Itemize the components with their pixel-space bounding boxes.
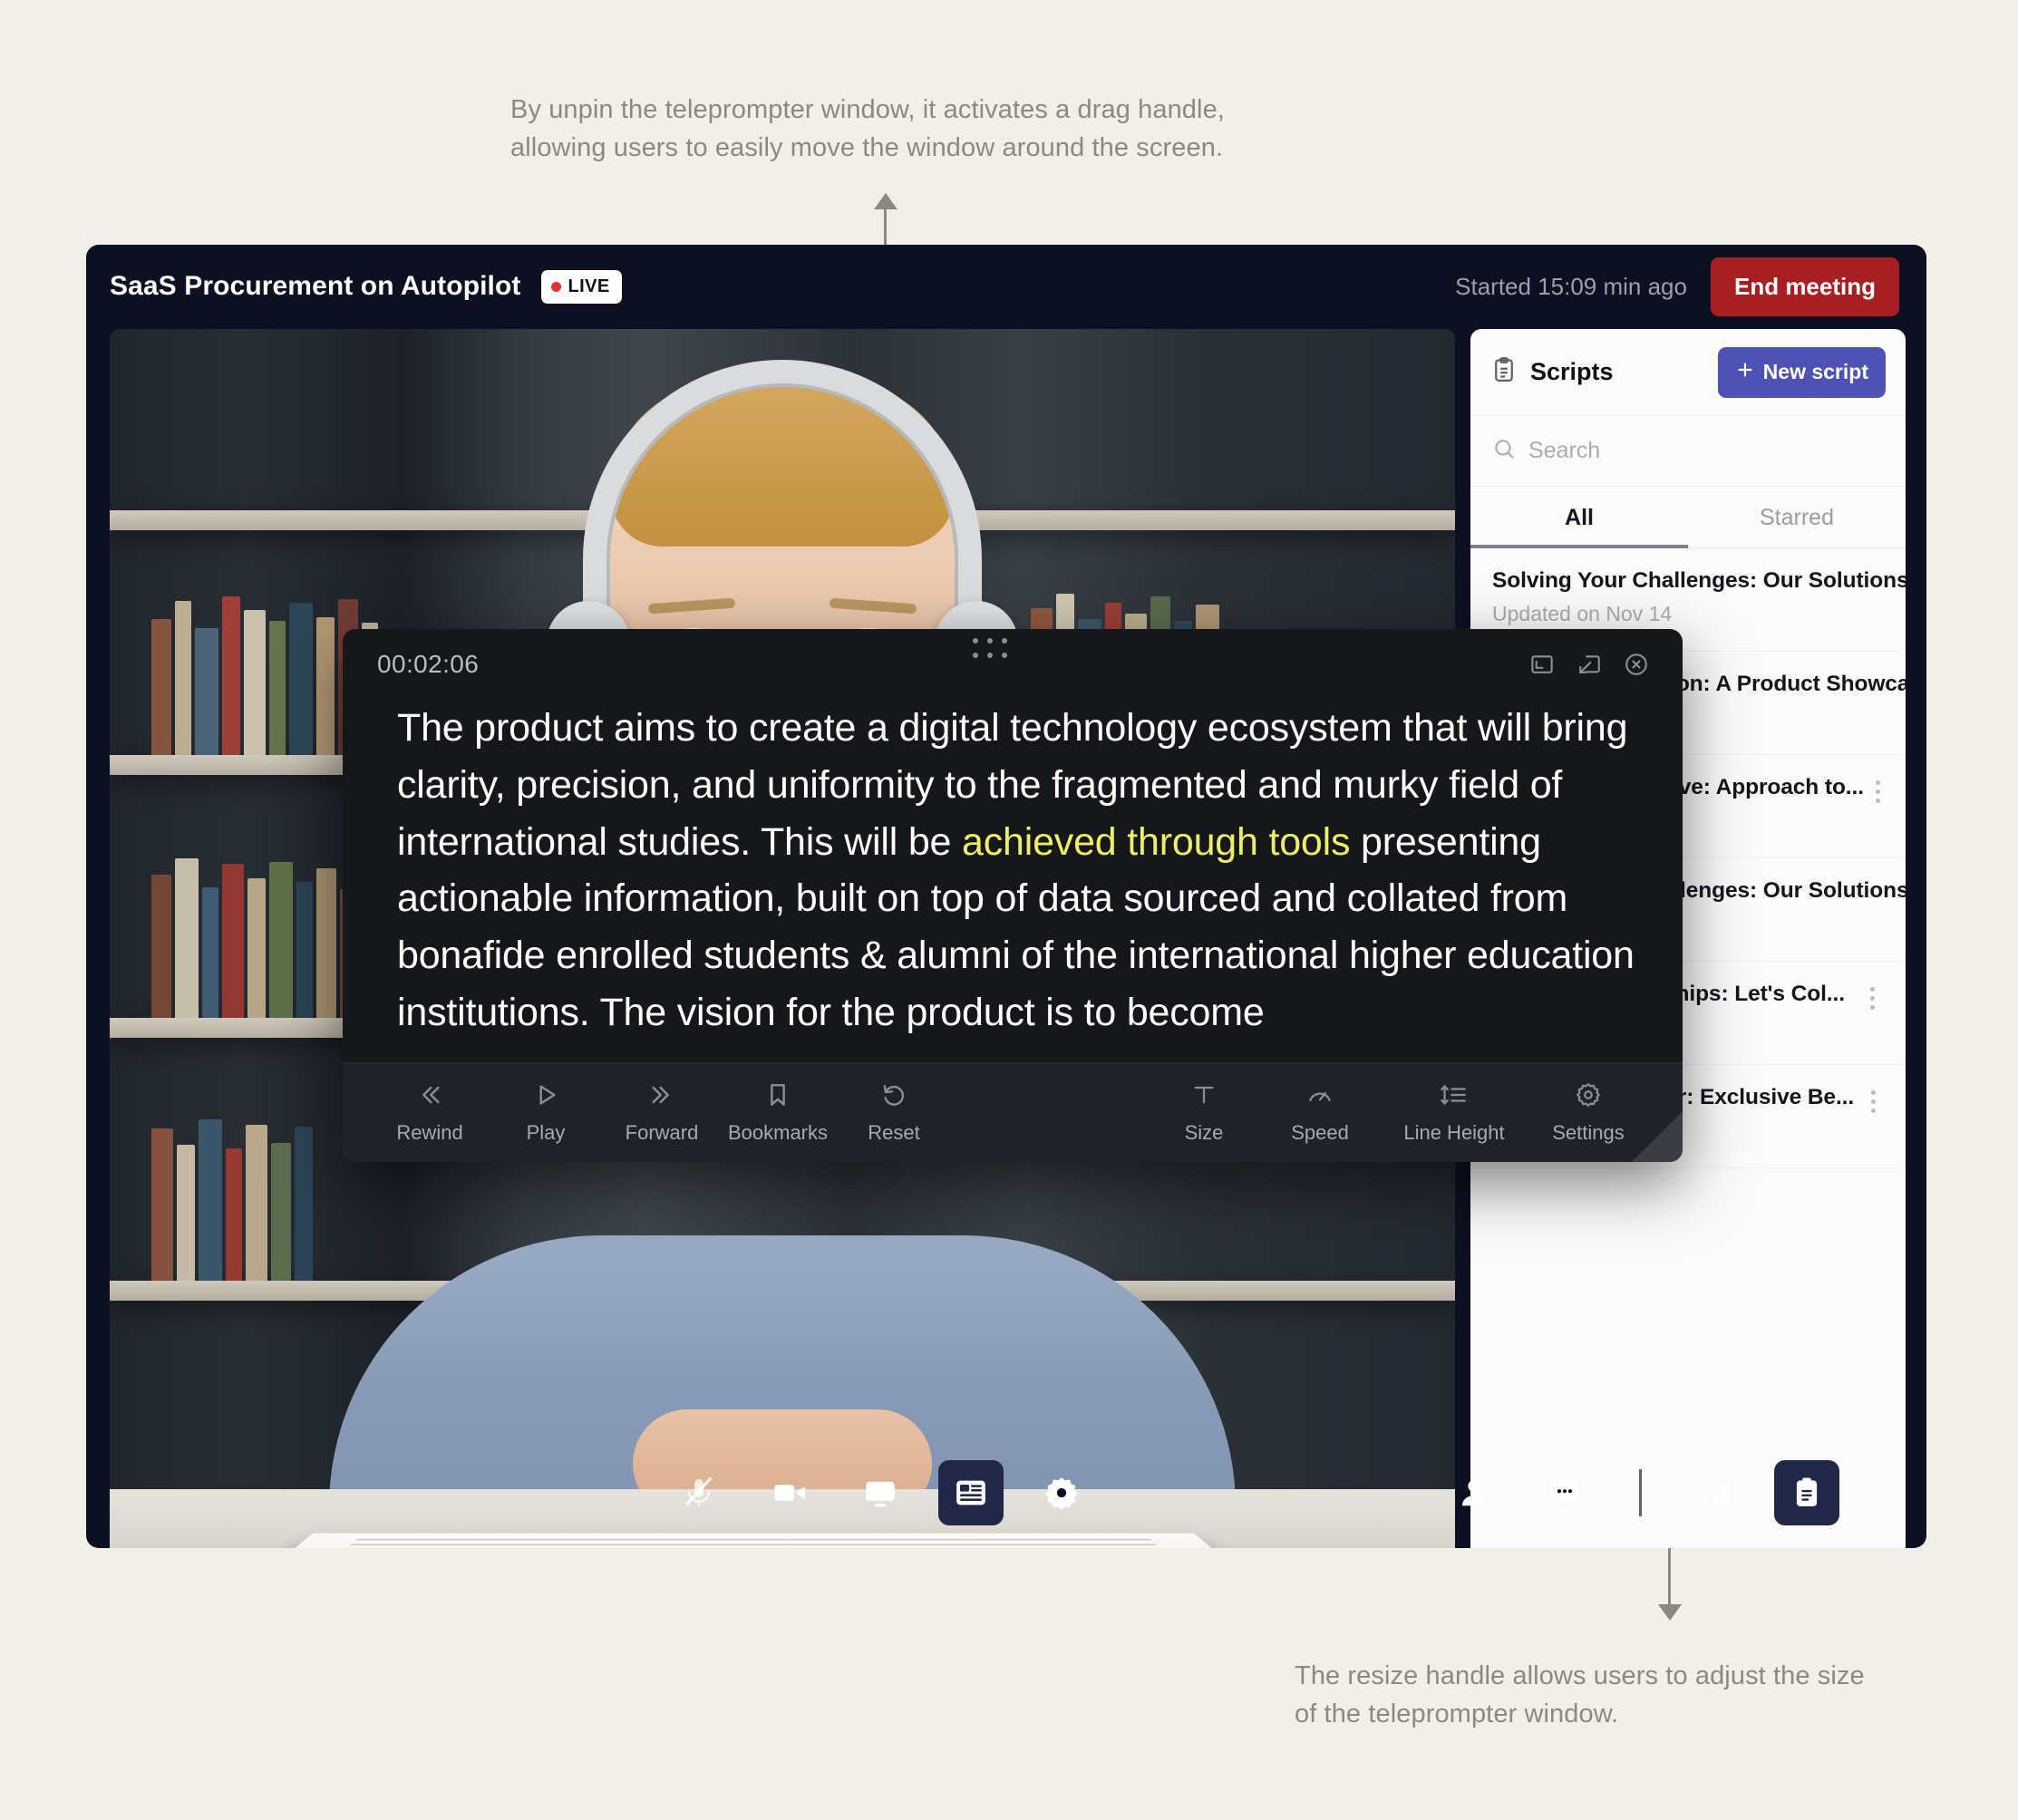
live-label: LIVE: [568, 276, 610, 296]
rewind-button[interactable]: Rewind: [372, 1080, 488, 1145]
close-icon[interactable]: [1623, 651, 1650, 678]
search-input[interactable]: [1528, 438, 1884, 464]
speed-icon: [1305, 1080, 1334, 1114]
scripts-tabs: All Starred: [1470, 487, 1906, 548]
collapse-icon[interactable]: [1576, 651, 1603, 678]
scripts-panel-header: Scripts New script: [1470, 329, 1906, 416]
play-label: Play: [526, 1121, 566, 1144]
scripts-icon[interactable]: [1774, 1460, 1839, 1525]
drag-handle[interactable]: [973, 638, 1010, 661]
line-height-icon: [1439, 1080, 1470, 1114]
gear-icon[interactable]: [1029, 1460, 1094, 1525]
end-meeting-button[interactable]: End meeting: [1710, 257, 1899, 316]
line-height-button[interactable]: Line Height: [1378, 1080, 1530, 1145]
more-options-icon[interactable]: [1863, 1085, 1884, 1113]
teleprompter-window-actions: [1528, 651, 1650, 678]
expand-icon[interactable]: [1528, 651, 1556, 678]
scripts-search-row[interactable]: [1470, 416, 1906, 487]
analytics-icon[interactable]: [1683, 1460, 1749, 1525]
resize-handle[interactable]: [1632, 1111, 1683, 1162]
video-camera-icon[interactable]: [757, 1460, 822, 1525]
rewind-label: Rewind: [396, 1121, 463, 1144]
speed-button[interactable]: Speed: [1262, 1080, 1378, 1145]
header-right-group: Started 15:09 min ago End meeting: [1455, 257, 1899, 316]
clipboard-icon: [1490, 356, 1518, 388]
reset-label: Reset: [868, 1121, 920, 1144]
screen-share-icon[interactable]: [848, 1460, 913, 1525]
speed-label: Speed: [1291, 1121, 1349, 1144]
teleprompter-controls-right: Size Speed Line Height Settings: [1146, 1080, 1683, 1145]
bookmarks-button[interactable]: Bookmarks: [720, 1080, 836, 1145]
bookmarks-label: Bookmarks: [727, 1121, 829, 1144]
forward-icon: [647, 1080, 676, 1114]
status-badge-live: LIVE: [540, 269, 622, 304]
line-height-label: Line Height: [1403, 1121, 1505, 1144]
more-options-icon[interactable]: [1873, 775, 1884, 803]
bookmark-icon: [763, 1080, 792, 1114]
forward-label: Forward: [625, 1121, 699, 1144]
meeting-duration-text: Started 15:09 min ago: [1455, 272, 1687, 300]
script-subtitle: Updated on Nov 14: [1492, 602, 1673, 625]
tab-all[interactable]: All: [1470, 487, 1688, 548]
toolbar-center-group: [666, 1460, 1094, 1525]
app-header: SaaS Procurement on Autopilot LIVE Start…: [86, 245, 1926, 328]
new-script-button[interactable]: New script: [1717, 346, 1886, 398]
more-options-icon[interactable]: [1860, 982, 1884, 1010]
search-icon: [1492, 437, 1516, 465]
tab-starred[interactable]: Starred: [1688, 487, 1906, 547]
reset-icon: [879, 1080, 908, 1114]
teleprompter-titlebar: 00:02:06: [343, 629, 1683, 700]
teleprompter-script-text: The product aims to create a digital tec…: [397, 700, 1639, 1041]
annotation-bottom-text: The resize handle allows users to adjust…: [1295, 1661, 1865, 1729]
annotation-top-text: By unpin the teleprompter window, it act…: [510, 95, 1225, 163]
microphone-muted-icon[interactable]: [666, 1460, 732, 1525]
plus-icon: [1735, 360, 1755, 385]
live-dot-icon: [550, 281, 561, 292]
forward-button[interactable]: Forward: [604, 1080, 720, 1145]
settings-label: Settings: [1552, 1121, 1625, 1144]
scripts-panel-title: Scripts: [1530, 358, 1614, 385]
size-button[interactable]: Size: [1146, 1080, 1262, 1145]
gear-icon: [1574, 1080, 1603, 1114]
play-button[interactable]: Play: [488, 1080, 604, 1145]
teleprompter-controls: Rewind Play Forward Bookmarks Reset Size…: [343, 1062, 1683, 1162]
settings-button[interactable]: Settings: [1530, 1080, 1646, 1145]
script-text-highlight: achieved through tools: [962, 819, 1351, 864]
play-icon: [531, 1080, 560, 1114]
rewind-icon: [415, 1080, 444, 1114]
teleprompter-window[interactable]: 00:02:06 The product aims to create a di…: [343, 629, 1683, 1162]
page-root: By unpin the teleprompter window, it act…: [0, 0, 2018, 1820]
meeting-toolbar: [86, 1438, 1926, 1548]
toolbar-divider: [1639, 1469, 1642, 1516]
teleprompter-controls-left: Rewind Play Forward Bookmarks Reset: [343, 1080, 952, 1145]
participants-icon[interactable]: [1441, 1460, 1507, 1525]
script-title: Solving Your Challenges: Our Solutions: [1492, 568, 1906, 593]
chat-icon[interactable]: [1532, 1460, 1597, 1525]
size-label: Size: [1184, 1121, 1224, 1144]
reset-button[interactable]: Reset: [836, 1080, 952, 1145]
toolbar-right-group: [1441, 1460, 1839, 1525]
teleprompter-icon[interactable]: [938, 1460, 1004, 1525]
annotation-bottom-arrowhead: [1658, 1604, 1682, 1621]
text-size-icon: [1189, 1080, 1218, 1114]
page-title: SaaS Procurement on Autopilot: [110, 271, 521, 301]
new-script-label: New script: [1762, 360, 1868, 383]
teleprompter-timer: 00:02:06: [377, 650, 480, 678]
